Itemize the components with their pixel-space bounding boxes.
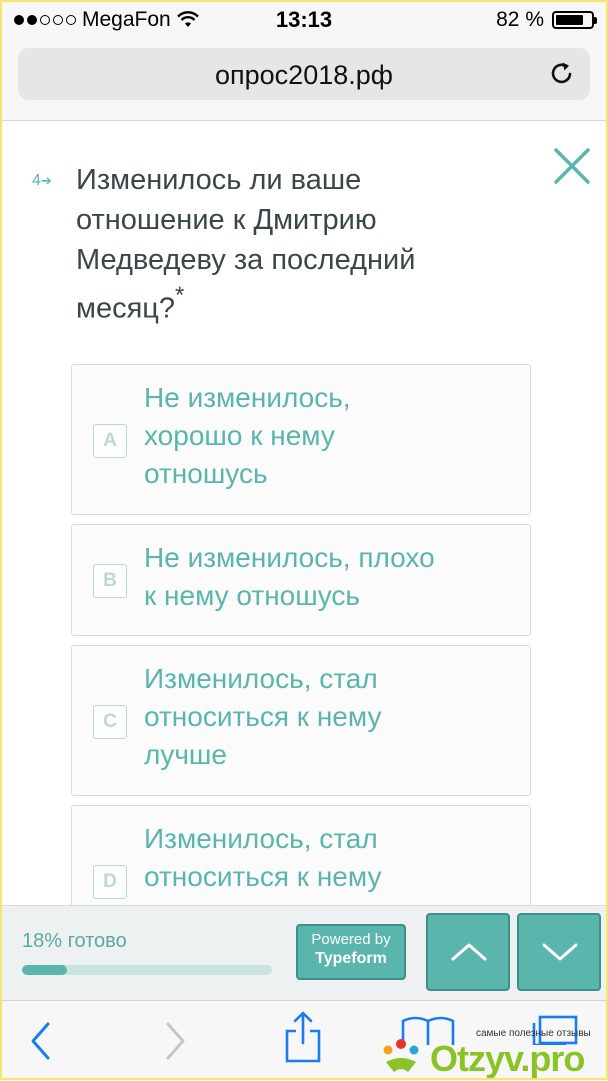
otzyv-logo-icon [383,1039,419,1072]
choice-key: B [93,564,127,598]
question-text: Изменилось ли ваше отношение к Дмитрию М… [76,164,416,325]
address-bar[interactable]: опрос2018.рф [18,48,590,100]
choice-label: Не изменилось, хорошо к нему отношусь [144,382,351,489]
close-icon[interactable] [552,146,592,186]
choice-label: Не изменилось, плохо к нему отношусь [144,542,435,611]
choice-c[interactable]: C Изменилось, стал относиться к нему луч… [71,645,531,796]
chevron-down-icon [542,943,578,961]
typeform-label: Typeform [315,950,387,967]
choice-a[interactable]: A Не изменилось, хорошо к нему отношусь [71,364,531,515]
progress-fill [22,965,67,975]
battery-icon [552,11,597,29]
powered-by-label: Powered by [311,931,391,948]
required-mark: * [175,282,185,309]
url-text: опрос2018.рф [215,60,393,90]
progress-bar [22,965,272,975]
powered-by-typeform-button[interactable]: Powered by Typeform [296,924,406,980]
share-icon[interactable] [283,1009,323,1065]
battery-status: 82 % [496,8,597,32]
status-bar: MegaFon 13:13 82 % [0,0,608,40]
choice-key: D [93,865,127,899]
reload-icon[interactable] [548,59,576,87]
forward-icon[interactable] [162,1021,188,1061]
choice-key: A [93,424,127,458]
choice-b[interactable]: B Не изменилось, плохо к нему отношусь [71,524,531,636]
choice-label: Изменилось, стал относиться к нему [144,823,382,892]
form-footer: 18% готово Powered by Typeform [0,905,608,1001]
choice-label: Изменилось, стал относиться к нему лучше [144,663,382,770]
next-question-button[interactable] [517,913,601,991]
browser-address-area: опрос2018.рф [0,40,608,121]
watermark-brand: Otzyv.pro [430,1038,585,1079]
back-icon[interactable] [28,1021,54,1061]
previous-question-button[interactable] [426,913,510,991]
chevron-up-icon [451,943,487,961]
choice-key: C [93,705,127,739]
battery-percent: 82 % [496,8,544,31]
watermark: самые полезные отзывы Otzyv.pro [378,1020,604,1079]
question-number: 4➔ [32,172,52,189]
progress-label: 18% готово [22,930,127,952]
